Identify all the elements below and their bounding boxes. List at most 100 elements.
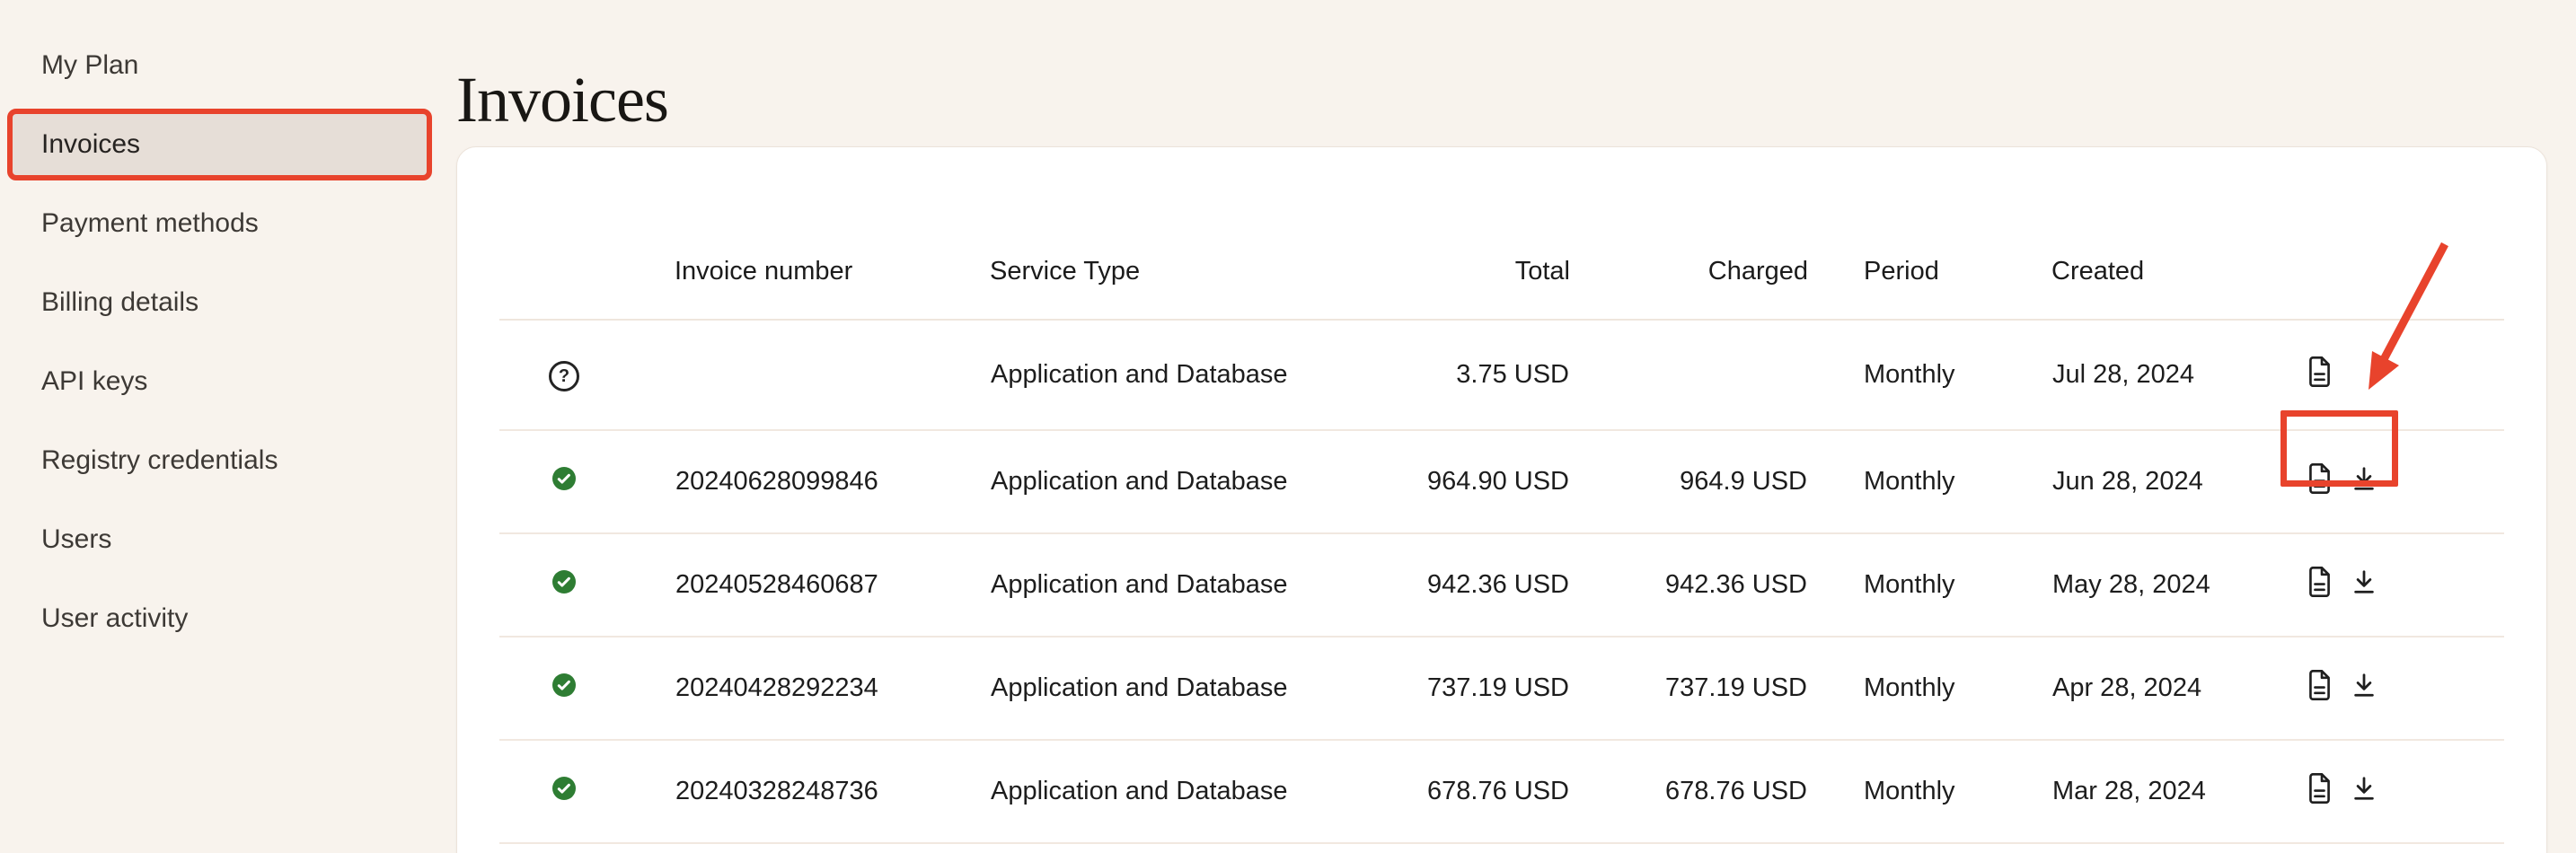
status-cell — [499, 533, 675, 637]
sidebar-item-registry-credentials[interactable]: Registry credentials — [7, 425, 432, 497]
service-type-cell: Application and Database — [990, 320, 1394, 430]
invoice-row: ? Application and Database3.75 USD Monthly… — [499, 320, 2504, 430]
document-icon[interactable] — [2306, 463, 2333, 494]
charged-cell: 737.19 USD — [1570, 637, 1808, 740]
sidebar-item-label: Invoices — [41, 129, 140, 160]
invoice-row: 20240628099846Application and Database96… — [499, 430, 2504, 533]
sidebar-item-label: Billing details — [41, 287, 198, 318]
sidebar-item-label: Registry credentials — [41, 445, 278, 476]
document-icon[interactable] — [2306, 567, 2333, 597]
created-cell: Feb 28, 2024 — [2051, 843, 2264, 853]
charged-cell: 942.36 USD — [1570, 533, 1808, 637]
sidebar-item-user-activity[interactable]: User activity — [7, 583, 432, 655]
document-icon[interactable] — [2306, 670, 2333, 700]
invoice-number-cell: 20240628099846 — [675, 430, 990, 533]
actions-cell — [2264, 533, 2504, 637]
total-column-header: Total — [1394, 147, 1570, 320]
sidebar-item-label: User activity — [41, 603, 188, 634]
invoice-number-cell: 20240428292234 — [675, 637, 990, 740]
page-title: Invoices — [456, 65, 668, 136]
check-circle-icon — [552, 570, 576, 594]
period-cell: Monthly — [1808, 637, 2051, 740]
row-actions — [2306, 567, 2378, 597]
download-icon[interactable] — [2351, 465, 2378, 492]
period-cell: Monthly — [1808, 533, 2051, 637]
status-column-header — [499, 147, 675, 320]
invoice-row: 20240228010403Application and Database99… — [499, 843, 2504, 853]
invoice-row: 20240528460687Application and Database94… — [499, 533, 2504, 637]
total-cell: 3.75 USD — [1394, 320, 1570, 430]
actions-column-header — [2264, 147, 2504, 320]
table-header-row: Invoice number Service Type Total Charge… — [499, 147, 2504, 320]
sidebar-item-invoices[interactable]: Invoices — [7, 109, 432, 180]
created-cell: May 28, 2024 — [2051, 533, 2264, 637]
charged-cell: 678.76 USD — [1570, 740, 1808, 843]
service-type-cell: Application and Database — [990, 843, 1394, 853]
sidebar-item-label: Users — [41, 524, 111, 555]
service-type-cell: Application and Database — [990, 430, 1394, 533]
created-column-header: Created — [2051, 147, 2264, 320]
sidebar-item-label: API keys — [41, 366, 147, 397]
billing-sidebar: My Plan Invoices Payment methods Billing de… — [0, 0, 455, 853]
question-mark-circle-icon[interactable]: ? — [549, 361, 579, 391]
period-cell: Monthly — [1808, 430, 2051, 533]
service-type-column-header: Service Type — [990, 147, 1394, 320]
period-cell: Monthly — [1808, 740, 2051, 843]
check-circle-icon — [552, 777, 576, 800]
total-cell: 964.90 USD — [1394, 430, 1570, 533]
actions-cell — [2264, 637, 2504, 740]
charged-column-header: Charged — [1570, 147, 1808, 320]
service-type-cell: Application and Database — [990, 637, 1394, 740]
status-cell: ? — [499, 320, 675, 430]
check-circle-icon — [552, 673, 576, 697]
row-actions — [2306, 773, 2378, 804]
document-icon[interactable] — [2306, 773, 2333, 804]
sidebar-item-billing-details[interactable]: Billing details — [7, 267, 432, 339]
actions-cell — [2264, 430, 2504, 533]
status-cell — [499, 430, 675, 533]
status-cell — [499, 637, 675, 740]
invoice-number-cell: 20240328248736 — [675, 740, 990, 843]
total-cell: 991.04 USD — [1394, 843, 1570, 853]
period-column-header: Period — [1808, 147, 2051, 320]
total-cell: 737.19 USD — [1394, 637, 1570, 740]
created-cell: Apr 28, 2024 — [2051, 637, 2264, 740]
invoice-number-cell: 20240228010403 — [675, 843, 990, 853]
period-cell: Monthly — [1808, 843, 2051, 853]
document-icon[interactable] — [2306, 356, 2333, 387]
check-circle-icon — [552, 467, 576, 490]
row-actions — [2306, 463, 2378, 494]
created-cell: Mar 28, 2024 — [2051, 740, 2264, 843]
created-cell: Jul 28, 2024 — [2051, 320, 2264, 430]
download-icon[interactable] — [2351, 775, 2378, 802]
invoice-number-column-header: Invoice number — [675, 147, 990, 320]
sidebar-item-api-keys[interactable]: API keys — [7, 346, 432, 418]
actions-cell — [2264, 320, 2504, 430]
status-cell — [499, 843, 675, 853]
sidebar-item-payment-methods[interactable]: Payment methods — [7, 188, 432, 259]
invoice-row: 20240328248736Application and Database67… — [499, 740, 2504, 843]
invoices-card: Invoice number Service Type Total Charge… — [456, 146, 2547, 853]
status-cell — [499, 740, 675, 843]
download-icon[interactable] — [2351, 672, 2378, 699]
actions-cell — [2264, 740, 2504, 843]
invoice-row: 20240428292234Application and Database73… — [499, 637, 2504, 740]
invoice-number-cell — [675, 320, 990, 430]
charged-cell — [1570, 320, 1808, 430]
total-cell: 942.36 USD — [1394, 533, 1570, 637]
total-cell: 678.76 USD — [1394, 740, 1570, 843]
sidebar-items: My Plan Invoices Payment methods Billing de… — [0, 30, 455, 655]
sidebar-item-my-plan[interactable]: My Plan — [7, 30, 432, 101]
download-icon[interactable] — [2351, 568, 2378, 595]
invoice-table: Invoice number Service Type Total Charge… — [499, 147, 2504, 853]
service-type-cell: Application and Database — [990, 533, 1394, 637]
sidebar-item-users[interactable]: Users — [7, 504, 432, 576]
invoice-number-cell: 20240528460687 — [675, 533, 990, 637]
sidebar-item-label: Payment methods — [41, 208, 259, 239]
row-actions — [2306, 356, 2333, 387]
row-actions — [2306, 670, 2378, 700]
period-cell: Monthly — [1808, 320, 2051, 430]
created-cell: Jun 28, 2024 — [2051, 430, 2264, 533]
service-type-cell: Application and Database — [990, 740, 1394, 843]
actions-cell — [2264, 843, 2504, 853]
